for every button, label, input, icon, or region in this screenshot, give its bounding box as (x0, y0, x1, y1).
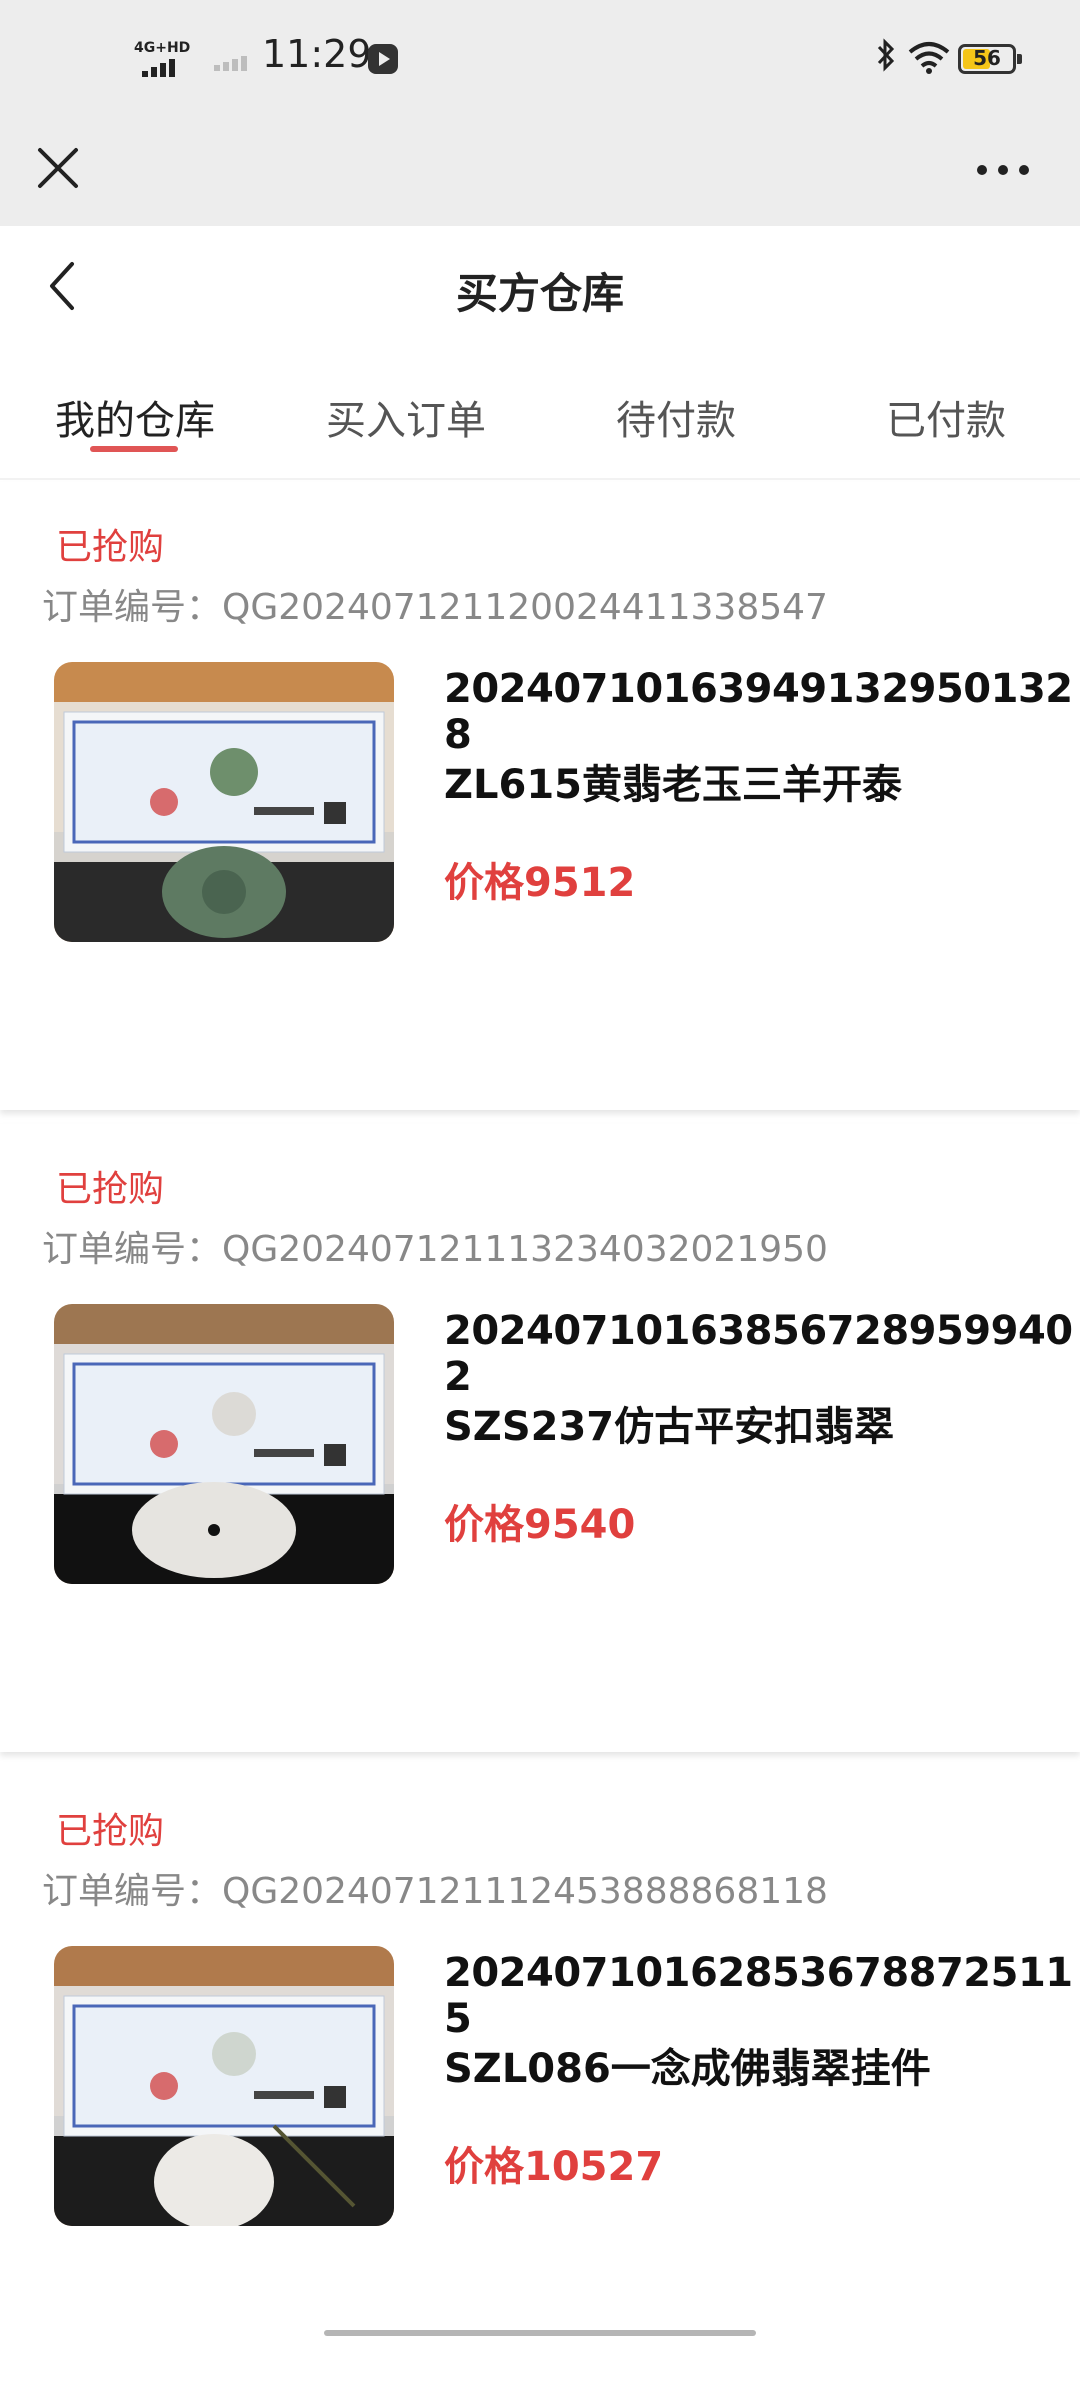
product-name: ZL615黄翡老玉三羊开泰 (444, 762, 902, 808)
product-price: 价格9512 (444, 860, 636, 906)
app-top-bar (0, 120, 1080, 226)
product-code: 20240710163949132950132​8 (444, 666, 1073, 758)
battery-level: 56 (973, 46, 1001, 70)
product-name: SZL086一念成佛翡翠挂件 (444, 2046, 931, 2092)
page-header: 买方仓库 (0, 226, 1080, 346)
order-status: 已抢购 (56, 1169, 165, 1210)
product-price: 价格9540 (444, 1502, 636, 1548)
product-code: 20240710163856728959940​2 (444, 1308, 1073, 1400)
product-price: 价格10527 (444, 2144, 664, 2190)
tab-paid[interactable]: 已付款 (826, 388, 1066, 446)
product-image[interactable] (54, 1946, 394, 2226)
order-card[interactable]: 已抢购 订单编号：QG20240712111323403202195​0 202… (0, 1124, 1080, 1752)
more-options-button[interactable] (968, 140, 1038, 200)
tab-buy-orders[interactable]: 买入订单 (286, 388, 526, 446)
order-number: 订单编号：QG20240712111245388886811​8 (42, 1871, 828, 1912)
order-status: 已抢购 (56, 1811, 165, 1852)
more-icon (977, 165, 1029, 175)
battery-icon: 56 (958, 44, 1022, 74)
close-icon (38, 148, 78, 188)
product-name: SZS237仿古平安扣翡翠 (444, 1404, 895, 1450)
tab-pending-payment[interactable]: 待付款 (556, 388, 796, 446)
order-number: 订单编号：QG20240712111323403202195​0 (42, 1229, 828, 1270)
status-bar: 4G+HD 11:29 56 (0, 0, 1080, 120)
cellular-signal-icon: 4G+HD (134, 40, 198, 77)
order-card[interactable]: 已抢购 订单编号：QG20240712112002441133854​7 202… (0, 482, 1080, 1110)
page-title: 买方仓库 (455, 269, 624, 318)
home-indicator[interactable] (324, 2330, 756, 2336)
status-time: 11:29 (262, 32, 372, 76)
order-card[interactable]: 已抢购 订单编号：QG20240712111245388886811​8 202… (0, 1766, 1080, 2394)
media-play-icon (368, 44, 398, 74)
active-tab-indicator (90, 446, 178, 452)
bluetooth-icon (876, 38, 896, 80)
close-button[interactable] (28, 138, 88, 198)
product-image[interactable] (54, 662, 394, 942)
product-image[interactable] (54, 1304, 394, 1584)
wifi-icon (908, 40, 950, 74)
order-number: 订单编号：QG20240712112002441133854​7 (42, 587, 828, 628)
network-type-label: 4G+HD (134, 40, 191, 56)
order-status: 已抢购 (56, 527, 165, 568)
product-code: 20240710162853678872511​5 (444, 1950, 1073, 2042)
tab-my-warehouse[interactable]: 我的仓库 (15, 388, 255, 446)
tab-bar: 我的仓库 买入订单 待付款 已付款 (0, 346, 1080, 480)
secondary-signal-icon (214, 52, 250, 71)
